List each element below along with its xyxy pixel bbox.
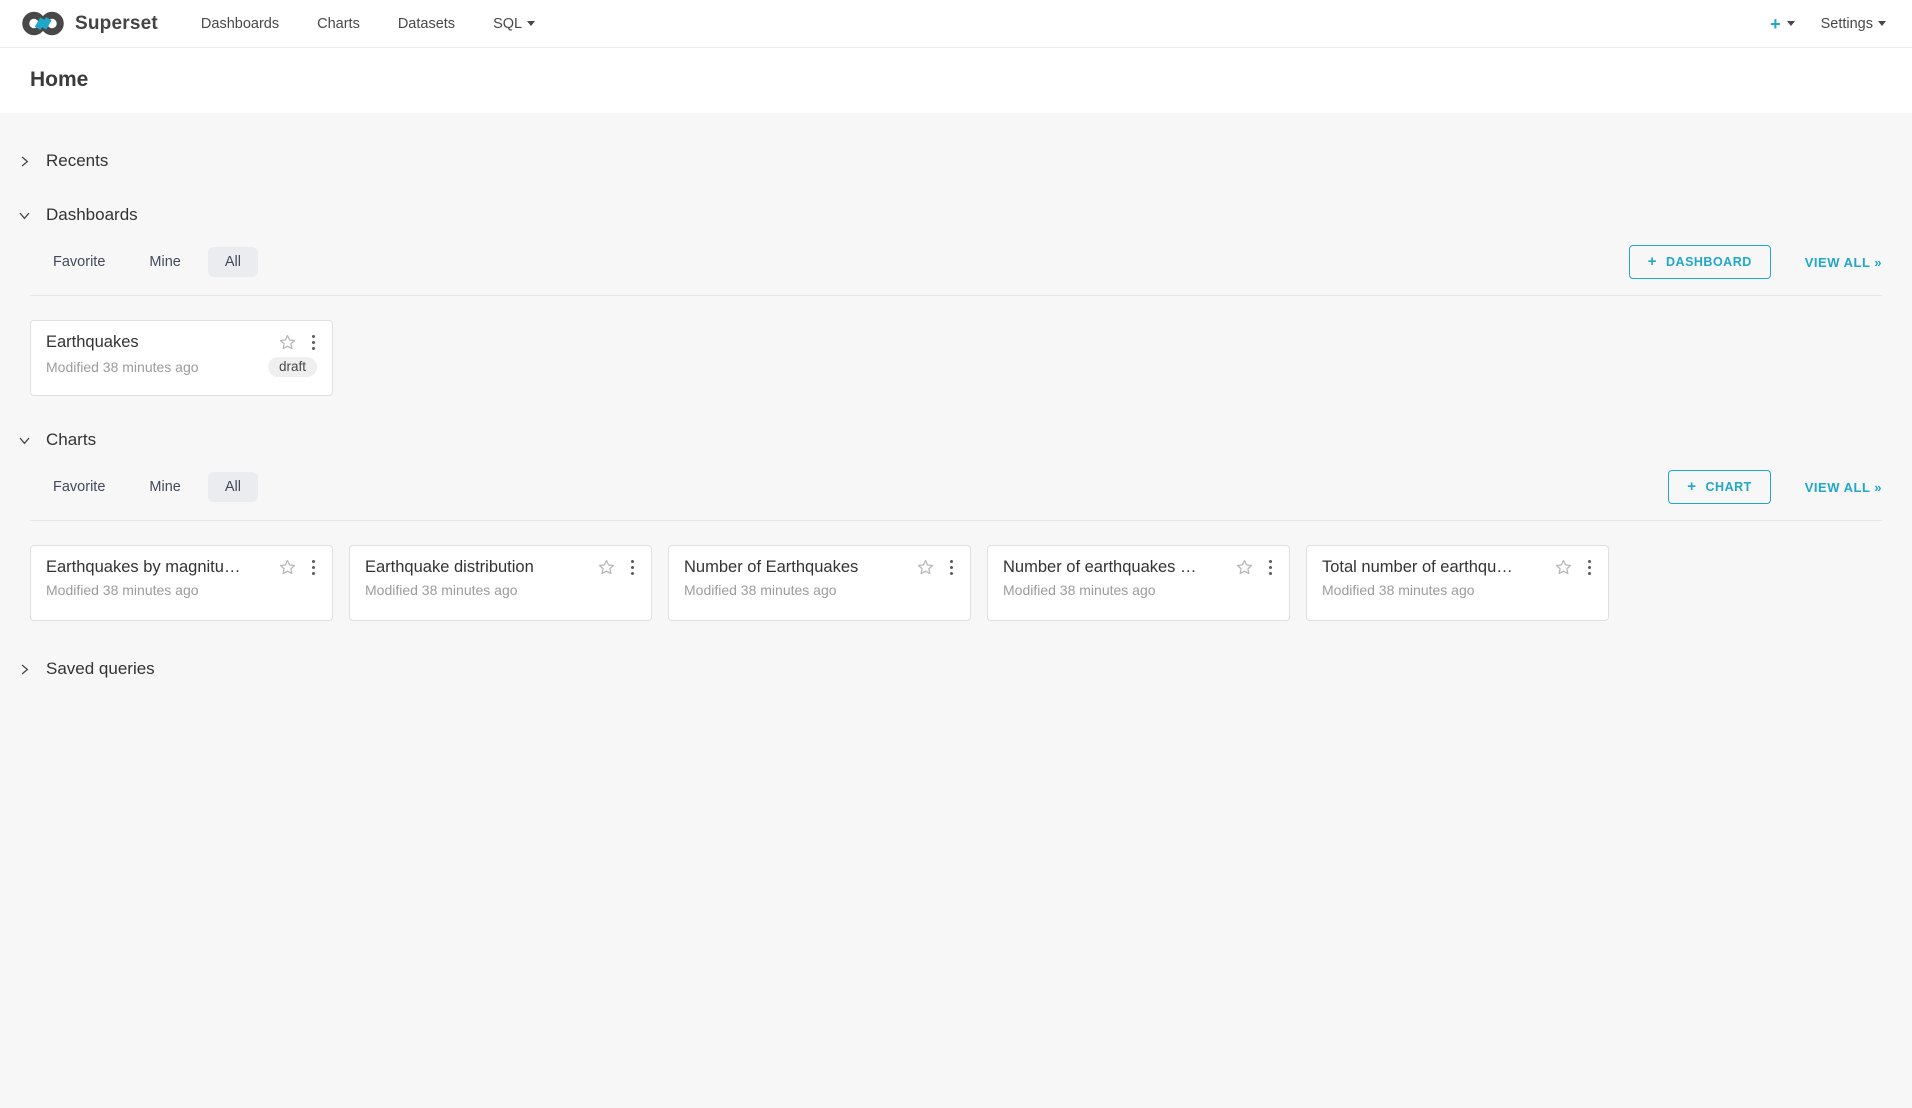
brand-name: Superset	[75, 13, 158, 35]
card-modified-text: Modified 38 minutes ago	[684, 582, 955, 598]
chart-card[interactable]: Earthquake distribution Modified 38 minu…	[349, 545, 652, 621]
kebab-menu-icon[interactable]	[1267, 559, 1275, 577]
superset-infinity-icon	[20, 10, 66, 37]
tab-all[interactable]: All	[208, 472, 258, 502]
chevron-down-icon	[1787, 21, 1795, 26]
chevron-down-icon	[18, 434, 31, 447]
plus-icon: +	[1648, 256, 1657, 268]
card-icons	[278, 333, 318, 352]
dashboards-tabs: Favorite Mine All	[36, 247, 258, 277]
card-title: Number of earthquakes …	[1003, 558, 1227, 577]
section-title: Charts	[46, 430, 96, 450]
settings-menu[interactable]: Settings	[1821, 16, 1886, 32]
card-icons	[278, 558, 318, 577]
page-title: Home	[30, 68, 1882, 92]
chart-card[interactable]: Total number of earthqu… Modified 38 min…	[1306, 545, 1609, 621]
nav-item-sql-label: SQL	[493, 16, 522, 32]
charts-cards-row: Earthquakes by magnitu… Modified 38 minu…	[30, 545, 1882, 621]
section-header-dashboards[interactable]: Dashboards	[16, 201, 1896, 229]
favorite-star-icon[interactable]	[1235, 558, 1254, 577]
card-modified-text: Modified 38 minutes ago	[1003, 582, 1274, 598]
card-modified-text: Modified 38 minutes ago	[365, 582, 636, 598]
chevron-right-icon	[18, 663, 31, 676]
charts-controls-row: Favorite Mine All + CHART VIEW ALL »	[30, 470, 1882, 521]
charts-tabs: Favorite Mine All	[36, 472, 258, 502]
charts-view-all-link[interactable]: VIEW ALL »	[1805, 480, 1882, 495]
new-chart-button[interactable]: + CHART	[1668, 470, 1771, 504]
favorite-star-icon[interactable]	[916, 558, 935, 577]
card-icons	[1235, 558, 1275, 577]
draft-status-badge: draft	[268, 357, 317, 377]
kebab-menu-icon[interactable]	[1586, 559, 1594, 577]
top-nav: Superset Dashboards Charts Datasets SQL …	[0, 0, 1912, 48]
new-dashboard-button[interactable]: + DASHBOARD	[1629, 245, 1771, 279]
nav-menu: Dashboards Charts Datasets SQL	[182, 0, 554, 47]
plus-icon: +	[1687, 481, 1696, 493]
favorite-star-icon[interactable]	[278, 558, 297, 577]
card-title: Earthquake distribution	[365, 558, 589, 577]
chart-card[interactable]: Earthquakes by magnitu… Modified 38 minu…	[30, 545, 333, 621]
nav-item-charts[interactable]: Charts	[298, 0, 379, 47]
tab-mine[interactable]: Mine	[132, 247, 197, 277]
favorite-star-icon[interactable]	[597, 558, 616, 577]
plus-icon: +	[1770, 15, 1781, 33]
section-header-recents[interactable]: Recents	[16, 147, 1896, 175]
settings-label: Settings	[1821, 16, 1873, 32]
tab-mine[interactable]: Mine	[132, 472, 197, 502]
section-header-charts[interactable]: Charts	[16, 426, 1896, 454]
chevron-down-icon	[18, 209, 31, 222]
chart-card[interactable]: Number of Earthquakes Modified 38 minute…	[668, 545, 971, 621]
card-title: Earthquakes	[46, 333, 270, 352]
favorite-star-icon[interactable]	[1554, 558, 1573, 577]
dashboards-cards-row: Earthquakes Modified 38 minutes ago draf…	[30, 320, 1882, 396]
page-header: Home	[0, 48, 1912, 113]
tab-favorite[interactable]: Favorite	[36, 247, 122, 277]
card-title: Total number of earthqu…	[1322, 558, 1546, 577]
superset-logo[interactable]: Superset	[20, 10, 158, 37]
section-header-saved-queries[interactable]: Saved queries	[16, 655, 1896, 683]
card-modified-text: Modified 38 minutes ago	[46, 582, 317, 598]
section-title: Dashboards	[46, 205, 138, 225]
new-chart-button-label: CHART	[1706, 480, 1752, 494]
section-title: Saved queries	[46, 659, 155, 679]
card-title: Earthquakes by magnitu…	[46, 558, 270, 577]
section-title: Recents	[46, 151, 108, 171]
new-dashboard-button-label: DASHBOARD	[1666, 255, 1752, 269]
nav-item-sql[interactable]: SQL	[474, 0, 554, 47]
chart-card[interactable]: Number of earthquakes … Modified 38 minu…	[987, 545, 1290, 621]
nav-right: + Settings	[1770, 15, 1896, 33]
new-item-menu[interactable]: +	[1770, 15, 1795, 33]
dashboards-view-all-link[interactable]: VIEW ALL »	[1805, 255, 1882, 270]
chevron-down-icon	[1878, 21, 1886, 26]
card-icons	[597, 558, 637, 577]
card-modified-text: Modified 38 minutes ago	[1322, 582, 1593, 598]
kebab-menu-icon[interactable]	[310, 334, 318, 352]
tab-favorite[interactable]: Favorite	[36, 472, 122, 502]
kebab-menu-icon[interactable]	[948, 559, 956, 577]
dashboard-card-earthquakes[interactable]: Earthquakes Modified 38 minutes ago draf…	[30, 320, 333, 396]
tab-all[interactable]: All	[208, 247, 258, 277]
favorite-star-icon[interactable]	[278, 333, 297, 352]
chevron-right-icon	[18, 155, 31, 168]
card-icons	[916, 558, 956, 577]
nav-item-datasets[interactable]: Datasets	[379, 0, 474, 47]
kebab-menu-icon[interactable]	[310, 559, 318, 577]
kebab-menu-icon[interactable]	[629, 559, 637, 577]
chevron-down-icon	[527, 21, 535, 26]
card-icons	[1554, 558, 1594, 577]
dashboards-controls-row: Favorite Mine All + DASHBOARD VIEW ALL »	[30, 245, 1882, 296]
card-modified-text: Modified 38 minutes ago	[46, 359, 268, 375]
nav-item-dashboards[interactable]: Dashboards	[182, 0, 298, 47]
card-title: Number of Earthquakes	[684, 558, 908, 577]
main-content: Recents Dashboards Favorite Mine All + D…	[0, 113, 1912, 723]
